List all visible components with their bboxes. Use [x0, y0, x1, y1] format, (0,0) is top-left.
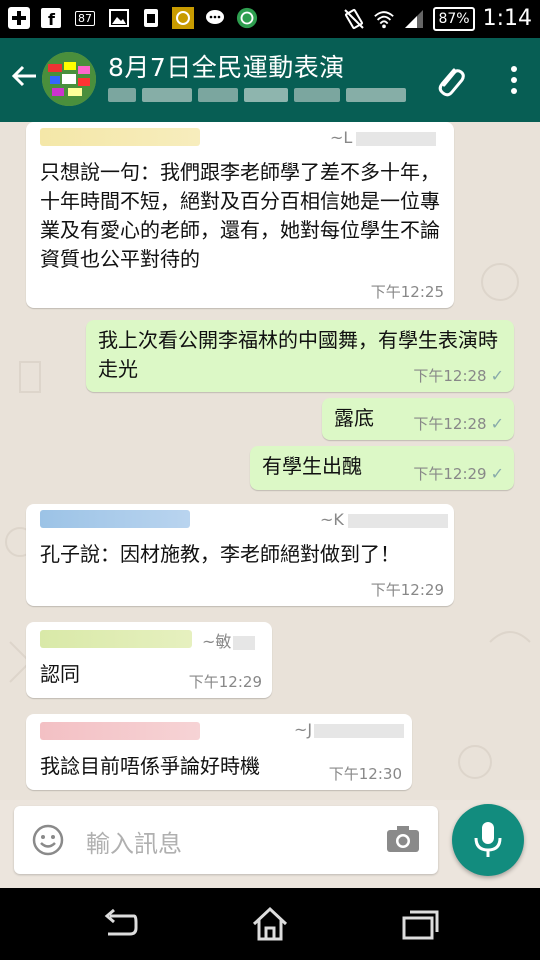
sender-tag: ~L: [330, 128, 437, 147]
plus-icon: [8, 7, 30, 29]
system-navigation-bar: [0, 888, 540, 960]
emoji-icon[interactable]: [32, 824, 64, 856]
camera-icon[interactable]: [386, 824, 420, 854]
group-avatar[interactable]: [42, 52, 96, 106]
status-bar: f 87 87% 1:14: [0, 0, 540, 38]
chat-title[interactable]: 8月7日全民運動表演: [108, 48, 345, 84]
message-bubble-incoming[interactable]: ~敏 認同 下午12:29: [26, 622, 272, 698]
green-app-icon: [236, 7, 258, 29]
message-composer[interactable]: 輸入訊息: [14, 806, 438, 874]
svg-text:f: f: [48, 10, 56, 28]
message-bubble-incoming[interactable]: ~K 孔子說：因材施教，李老師絕對做到了！ 下午12:29: [26, 504, 454, 606]
sender-name-redacted: [40, 128, 200, 146]
read-check-icon: ✓: [490, 464, 504, 483]
message-time: 下午12:29: [370, 581, 444, 599]
message-time: 下午12:28 ✓: [413, 414, 504, 433]
overflow-menu-icon[interactable]: [510, 66, 518, 94]
read-check-icon: ✓: [490, 414, 504, 433]
sender-tag: ~敏: [202, 628, 256, 652]
message-text: 有學生出醜: [262, 454, 362, 478]
image-icon: [108, 7, 130, 29]
message-text: 露底: [334, 406, 374, 430]
home-nav-icon[interactable]: [250, 904, 290, 944]
recent-apps-icon[interactable]: [400, 904, 440, 944]
message-time: 下午12:29 ✓: [413, 464, 504, 483]
message-text: 認同: [40, 662, 80, 686]
message-text: 只想說一句：我們跟李老師學了差不多十年，十年時間不短，絕對及百分百相信她是一位專…: [40, 160, 440, 271]
back-nav-icon[interactable]: [100, 904, 140, 944]
sim-icon: [140, 7, 162, 29]
participants-list-redacted: [108, 88, 406, 102]
attach-icon[interactable]: [432, 62, 466, 100]
chat-bubble-icon: [204, 7, 226, 29]
read-check-icon: ✓: [490, 366, 504, 385]
message-time: 下午12:25: [370, 283, 444, 301]
clock: 1:14: [482, 6, 532, 31]
message-bubble-outgoing[interactable]: 我上次看公開李福林的中國舞，有學生表演時走光 下午12:28 ✓: [86, 320, 514, 392]
sender-name-redacted: [40, 510, 190, 528]
sender-tag: ~J: [294, 720, 405, 739]
message-list[interactable]: ~L 只想說一句：我們跟李老師學了差不多十年，十年時間不短，絕對及百分百相信她是…: [0, 122, 540, 800]
signal-icon: [403, 8, 425, 30]
back-arrow-icon[interactable]: [10, 62, 38, 90]
vibrate-icon: [343, 8, 365, 30]
message-bubble-outgoing[interactable]: 有學生出醜 下午12:29 ✓: [250, 446, 514, 490]
message-bubble-outgoing[interactable]: 露底 下午12:28 ✓: [322, 398, 514, 440]
wifi-icon: [373, 8, 395, 30]
microphone-button[interactable]: [452, 804, 524, 876]
message-time: 下午12:28 ✓: [413, 366, 504, 385]
message-time: 下午12:30: [328, 765, 402, 783]
sender-name-redacted: [40, 722, 200, 740]
message-time: 下午12:29: [188, 673, 262, 691]
message-bubble-incoming[interactable]: ~L 只想說一句：我們跟李老師學了差不多十年，十年時間不短，絕對及百分百相信她是…: [26, 122, 454, 308]
message-text: 孔子說：因材施教，李老師絕對做到了！: [40, 542, 400, 566]
microphone-icon: [474, 822, 502, 857]
notification-badge-icon: 87: [72, 7, 98, 29]
app-icon: [172, 7, 194, 29]
message-bubble-incoming[interactable]: ~J 我諗目前唔係爭論好時機 下午12:30: [26, 714, 412, 790]
chat-header: 8月7日全民運動表演: [0, 38, 540, 122]
battery-indicator: 87%: [433, 6, 475, 31]
sender-tag: ~K: [320, 510, 448, 529]
message-input[interactable]: 輸入訊息: [86, 824, 182, 859]
facebook-icon: f: [40, 7, 62, 29]
message-text: 我諗目前唔係爭論好時機: [40, 754, 260, 778]
sender-name-redacted: [40, 630, 192, 648]
